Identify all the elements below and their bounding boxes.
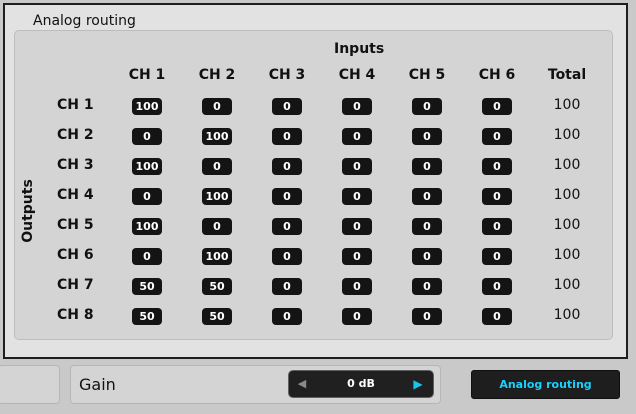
routing-cell[interactable]: 0 (342, 278, 372, 295)
routing-cell[interactable]: 100 (132, 98, 162, 115)
inputs-label: Inputs (334, 41, 385, 57)
row-header-ch6: CH 6 (57, 247, 94, 263)
gain-label: Gain (79, 375, 116, 394)
row-total: 100 (553, 97, 581, 113)
panel-title: Analog routing (33, 13, 136, 29)
routing-cell[interactable]: 0 (412, 98, 442, 115)
column-header-ch6: CH 6 (478, 67, 516, 83)
routing-cell[interactable]: 0 (202, 98, 232, 115)
routing-cell[interactable]: 50 (202, 308, 232, 325)
routing-cell[interactable]: 0 (482, 218, 512, 235)
increase-arrow-icon[interactable]: ▶ (411, 377, 425, 391)
routing-cell[interactable]: 0 (272, 248, 302, 265)
outputs-label: Outputs (20, 179, 36, 243)
column-header-ch1: CH 1 (128, 67, 166, 83)
routing-cell[interactable]: 0 (482, 278, 512, 295)
routing-cell[interactable]: 100 (132, 218, 162, 235)
analog-routing-panel: Analog routing Inputs Outputs CH 1 CH 2 … (3, 3, 628, 359)
routing-cell[interactable]: 0 (412, 218, 442, 235)
routing-cell[interactable]: 50 (132, 308, 162, 325)
routing-cell[interactable]: 0 (412, 278, 442, 295)
routing-cell[interactable]: 0 (132, 248, 162, 265)
routing-cell[interactable]: 0 (482, 248, 512, 265)
row-total: 100 (553, 277, 581, 293)
routing-cell[interactable]: 0 (342, 218, 372, 235)
routing-cell[interactable]: 0 (412, 188, 442, 205)
row-total: 100 (553, 157, 581, 173)
routing-cell[interactable]: 50 (202, 278, 232, 295)
row-total: 100 (553, 247, 581, 263)
analog-routing-button[interactable]: Analog routing (471, 370, 620, 399)
row-total: 100 (553, 217, 581, 233)
routing-cell[interactable]: 0 (482, 98, 512, 115)
routing-cell[interactable]: 0 (272, 308, 302, 325)
row-header-ch2: CH 2 (57, 127, 94, 143)
routing-cell[interactable]: 100 (202, 188, 232, 205)
column-header-ch4: CH 4 (338, 67, 376, 83)
row-total: 100 (553, 187, 581, 203)
row-header-ch7: CH 7 (57, 277, 94, 293)
routing-cell[interactable]: 0 (412, 128, 442, 145)
routing-matrix: Inputs Outputs CH 1 CH 2 CH 3 CH 4 CH 5 … (14, 30, 613, 340)
routing-cell[interactable]: 0 (342, 98, 372, 115)
routing-cell[interactable]: 0 (272, 98, 302, 115)
routing-cell[interactable]: 50 (132, 278, 162, 295)
routing-cell[interactable]: 0 (482, 188, 512, 205)
routing-cell[interactable]: 0 (342, 128, 372, 145)
routing-cell[interactable]: 100 (202, 128, 232, 145)
routing-cell[interactable]: 0 (342, 188, 372, 205)
routing-cell[interactable]: 0 (132, 188, 162, 205)
row-header-ch5: CH 5 (57, 217, 94, 233)
row-header-ch3: CH 3 (57, 157, 94, 173)
routing-cell[interactable]: 0 (412, 248, 442, 265)
decrease-arrow-icon[interactable]: ◀ (295, 377, 309, 391)
gain-stepper[interactable]: ◀ 0 dB ▶ (288, 370, 434, 398)
row-total: 100 (553, 127, 581, 143)
routing-cell[interactable]: 0 (482, 308, 512, 325)
routing-cell[interactable]: 0 (202, 218, 232, 235)
routing-cell[interactable]: 0 (202, 158, 232, 175)
routing-cell[interactable]: 0 (342, 308, 372, 325)
gain-value: 0 dB (347, 377, 375, 390)
routing-cell[interactable]: 0 (272, 278, 302, 295)
row-header-ch4: CH 4 (57, 187, 94, 203)
routing-cell[interactable]: 0 (272, 158, 302, 175)
routing-cell[interactable]: 0 (412, 308, 442, 325)
column-header-total: Total (547, 67, 587, 83)
routing-cell[interactable]: 0 (272, 128, 302, 145)
routing-cell[interactable]: 0 (482, 158, 512, 175)
row-total: 100 (553, 307, 581, 323)
routing-cell[interactable]: 0 (412, 158, 442, 175)
routing-cell[interactable]: 0 (132, 128, 162, 145)
left-control-box (0, 365, 60, 404)
column-header-ch2: CH 2 (198, 67, 236, 83)
routing-cell[interactable]: 0 (342, 248, 372, 265)
routing-cell[interactable]: 100 (202, 248, 232, 265)
routing-cell[interactable]: 0 (482, 128, 512, 145)
routing-cell[interactable]: 0 (342, 158, 372, 175)
gain-control: Gain ◀ 0 dB ▶ (70, 365, 441, 404)
row-header-ch1: CH 1 (57, 97, 94, 113)
routing-cell[interactable]: 100 (132, 158, 162, 175)
column-header-ch5: CH 5 (408, 67, 446, 83)
routing-cell[interactable]: 0 (272, 218, 302, 235)
row-header-ch8: CH 8 (57, 307, 94, 323)
column-header-ch3: CH 3 (268, 67, 306, 83)
routing-cell[interactable]: 0 (272, 188, 302, 205)
